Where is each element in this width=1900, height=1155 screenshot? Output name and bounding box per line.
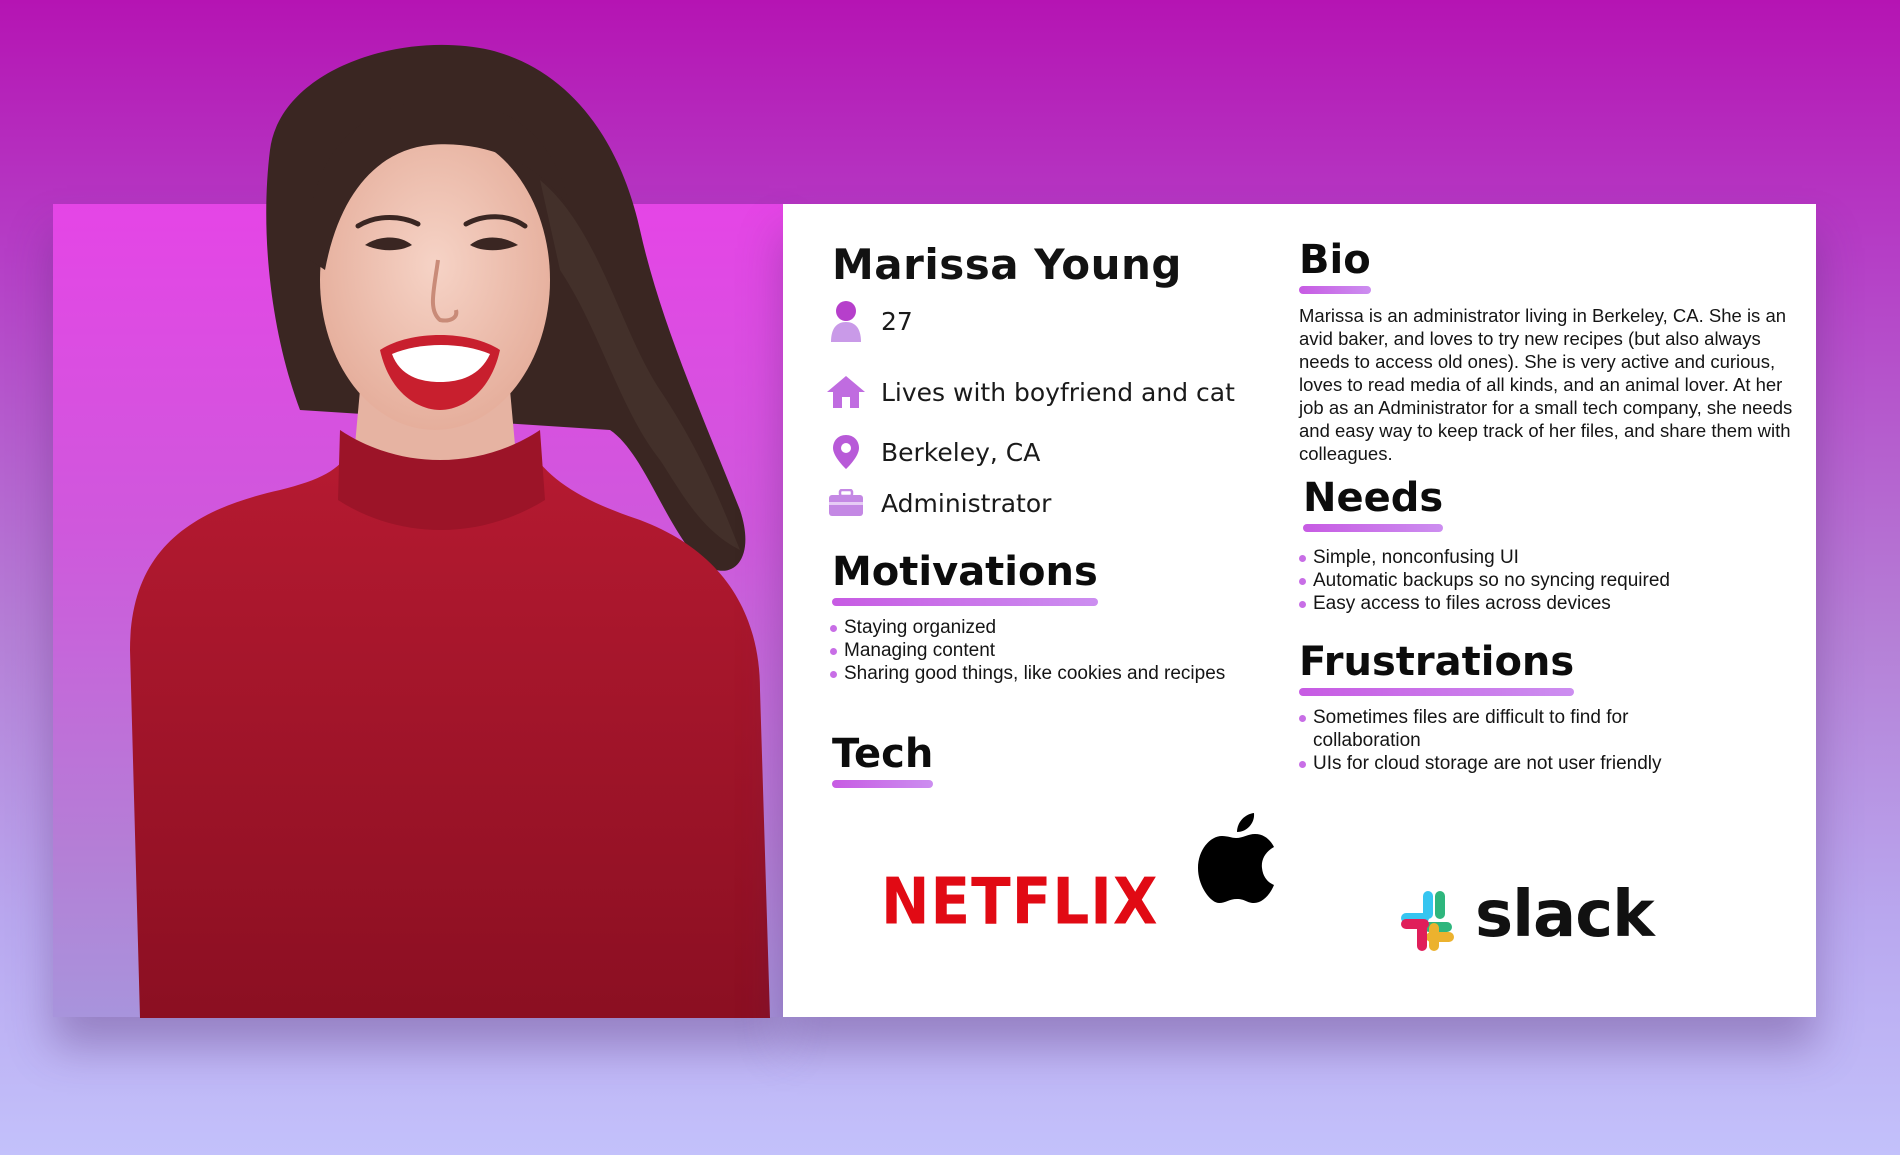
list-item: Sharing good things, like cookies and re… bbox=[830, 662, 1225, 685]
list-item: Managing content bbox=[830, 639, 1225, 662]
frustrations-heading: Frustrations bbox=[1299, 639, 1575, 704]
bio-underline bbox=[1299, 286, 1371, 294]
age-text: 27 bbox=[881, 306, 913, 336]
needs-underline bbox=[1303, 524, 1444, 532]
apple-logo-icon bbox=[1197, 812, 1275, 909]
location-row: Berkeley, CA bbox=[823, 429, 1040, 475]
tech-heading: Tech bbox=[832, 731, 934, 796]
frustrations-list: Sometimes files are difficult to find fo… bbox=[1299, 706, 1699, 775]
briefcase-icon bbox=[823, 480, 869, 526]
needs-title: Needs bbox=[1303, 475, 1444, 521]
list-item: Simple, nonconfusing UI bbox=[1299, 546, 1799, 569]
location-pin-icon bbox=[823, 429, 869, 475]
list-item: Automatic backups so no syncing required bbox=[1299, 569, 1799, 592]
persona-name: Marissa Young bbox=[832, 240, 1182, 289]
frustrations-title: Frustrations bbox=[1299, 639, 1575, 685]
frustrations-underline bbox=[1299, 688, 1575, 696]
occupation-row: Administrator bbox=[823, 480, 1051, 526]
household-text: Lives with boyfriend and cat bbox=[881, 377, 1235, 407]
bio-title: Bio bbox=[1299, 237, 1371, 283]
motivations-heading: Motivations bbox=[832, 552, 1098, 614]
motivations-title: Motivations bbox=[832, 549, 1098, 595]
list-item: Easy access to files across devices bbox=[1299, 592, 1799, 615]
age-row: 27 bbox=[823, 298, 913, 344]
persona-card: Marissa Young 27 Lives with boyfriend an… bbox=[783, 204, 1816, 1017]
tech-title: Tech bbox=[832, 731, 934, 777]
tech-underline bbox=[832, 780, 934, 788]
motivations-list: Staying organized Managing content Shari… bbox=[830, 616, 1225, 685]
motivations-underline bbox=[832, 598, 1098, 606]
netflix-logo: NETFLIX bbox=[881, 864, 1159, 939]
bio-heading: Bio bbox=[1299, 240, 1371, 302]
bio-text: Marissa is an administrator living in Be… bbox=[1299, 305, 1793, 464]
list-item: Sometimes files are difficult to find fo… bbox=[1299, 706, 1699, 752]
needs-heading: Needs bbox=[1303, 475, 1444, 540]
list-item: Staying organized bbox=[830, 616, 1225, 639]
list-item: UIs for cloud storage are not user frien… bbox=[1299, 752, 1699, 775]
slack-logo-icon bbox=[1399, 889, 1463, 958]
slack-logo-text: slack bbox=[1475, 878, 1655, 952]
home-icon bbox=[823, 369, 869, 415]
location-text: Berkeley, CA bbox=[881, 437, 1041, 467]
occupation-text: Administrator bbox=[881, 488, 1052, 518]
needs-list: Simple, nonconfusing UI Automatic backup… bbox=[1299, 546, 1799, 615]
portrait-photo bbox=[100, 30, 790, 1018]
household-row: Lives with boyfriend and cat bbox=[823, 369, 1235, 415]
person-icon bbox=[823, 298, 869, 344]
